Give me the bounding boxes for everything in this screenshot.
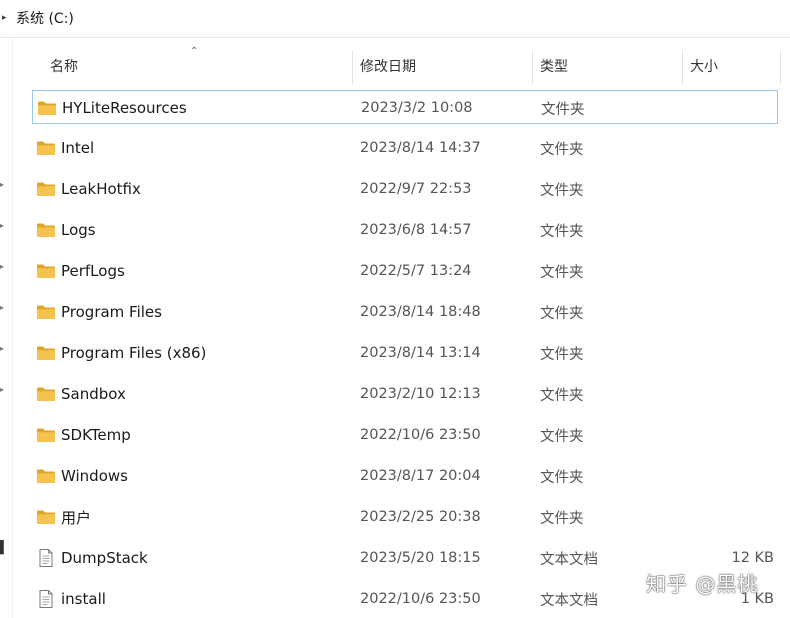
file-row[interactable]: LeakHotfix 2022/9/7 22:53 文件夹 [32,172,778,206]
folder-icon [36,384,56,404]
column-header-size-label: 大小 [690,59,718,75]
folder-icon [36,466,56,486]
file-type: 文件夹 [540,469,584,486]
file-modified-date: 2023/2/10 12:13 [360,386,481,402]
sort-ascending-icon: ⌃ [190,46,199,57]
folder-icon [36,425,56,445]
chevron-right-icon[interactable]: ▸ [0,344,6,354]
breadcrumb[interactable]: ▸ 系统 (C:) [0,0,790,36]
folder-icon [37,98,57,118]
chevron-right-icon[interactable]: ▸ [0,221,6,231]
watermark: 知乎 @黑桃 [646,572,759,596]
file-row[interactable]: Intel 2023/8/14 14:37 文件夹 [32,131,778,165]
file-modified-date: 2023/6/8 14:57 [360,222,472,238]
text-document-icon [36,589,56,609]
column-header-size[interactable]: 大小 [672,44,772,88]
file-name: Windows [61,467,128,485]
file-name: SDKTemp [61,426,131,444]
file-type: 文件夹 [540,510,584,527]
file-type: 文件夹 [541,101,585,118]
file-name: Sandbox [61,385,126,403]
file-modified-date: 2022/5/7 13:24 [360,263,472,279]
chevron-right-icon[interactable]: ▸ [2,13,12,23]
file-modified-date: 2023/8/17 20:04 [360,468,481,484]
file-row[interactable]: Logs 2023/6/8 14:57 文件夹 [32,213,778,247]
chevron-right-icon[interactable]: ▸ [0,262,6,272]
file-name: Program Files (x86) [61,344,207,362]
file-name: Intel [61,139,95,157]
breadcrumb-location[interactable]: 系统 (C:) [16,8,74,28]
column-header-name[interactable]: 名称 ⌃ [32,44,352,88]
divider [0,37,790,38]
file-modified-date: 2022/10/6 23:50 [360,591,481,607]
file-name: 用户 [61,508,92,527]
chevron-right-icon[interactable]: ▸ [0,180,6,190]
folder-icon [36,179,56,199]
folder-icon [36,138,56,158]
file-type: 文件夹 [540,264,584,281]
column-header-modified-label: 修改日期 [360,59,416,75]
file-modified-date: 2023/8/14 18:48 [360,304,481,320]
file-name: PerfLogs [61,262,125,280]
file-type: 文件夹 [540,305,584,322]
file-modified-date: 2023/5/20 18:15 [360,550,481,566]
file-modified-date: 2022/9/7 22:53 [360,181,472,197]
file-name: Program Files [61,303,162,321]
file-modified-date: 2023/2/25 20:38 [360,509,481,525]
file-type: 文本文档 [540,592,598,609]
folder-icon [36,261,56,281]
file-name: HYLiteResources [62,99,187,117]
file-type: 文件夹 [540,346,584,363]
file-type: 文件夹 [540,141,584,158]
folder-icon [36,302,56,322]
file-row[interactable]: Sandbox 2023/2/10 12:13 文件夹 [32,377,778,411]
nav-item-fragment[interactable]: ▍ [0,540,10,556]
navigation-pane[interactable]: ▸ ▸ ▸ ▸ ▸ ▸ ▍ [0,38,13,618]
file-row[interactable]: Windows 2023/8/17 20:04 文件夹 [32,459,778,493]
folder-icon [36,507,56,527]
folder-icon [36,220,56,240]
file-row[interactable]: PerfLogs 2022/5/7 13:24 文件夹 [32,254,778,288]
file-type: 文件夹 [540,387,584,404]
file-name: install [61,590,106,608]
file-type: 文件夹 [540,223,584,240]
file-type: 文本文档 [540,551,598,568]
file-modified-date: 2023/8/14 13:14 [360,345,481,361]
folder-icon [36,343,56,363]
file-row[interactable]: Program Files (x86) 2023/8/14 13:14 文件夹 [32,336,778,370]
column-resize-handle[interactable] [780,50,781,84]
text-document-icon [36,548,56,568]
file-name: LeakHotfix [61,180,141,198]
file-type: 文件夹 [540,182,584,199]
file-modified-date: 2023/3/2 10:08 [361,100,473,116]
column-header-modified[interactable]: 修改日期 [342,44,532,88]
column-header-row: 名称 ⌃ 修改日期 类型 大小 [32,44,784,88]
file-row[interactable]: 用户 2023/2/25 20:38 文件夹 [32,500,778,534]
column-header-name-label: 名称 [50,59,78,75]
file-modified-date: 2023/8/14 14:37 [360,140,481,156]
file-row[interactable]: HYLiteResources 2023/3/2 10:08 文件夹 [32,90,778,124]
chevron-right-icon[interactable]: ▸ [0,385,6,395]
file-type: 文件夹 [540,428,584,445]
column-header-type[interactable]: 类型 [522,44,682,88]
file-modified-date: 2022/10/6 23:50 [360,427,481,443]
file-name: Logs [61,221,96,239]
file-name: DumpStack [61,549,148,567]
file-row[interactable]: SDKTemp 2022/10/6 23:50 文件夹 [32,418,778,452]
file-row[interactable]: Program Files 2023/8/14 18:48 文件夹 [32,295,778,329]
column-header-type-label: 类型 [540,59,568,75]
chevron-right-icon[interactable]: ▸ [0,303,6,313]
